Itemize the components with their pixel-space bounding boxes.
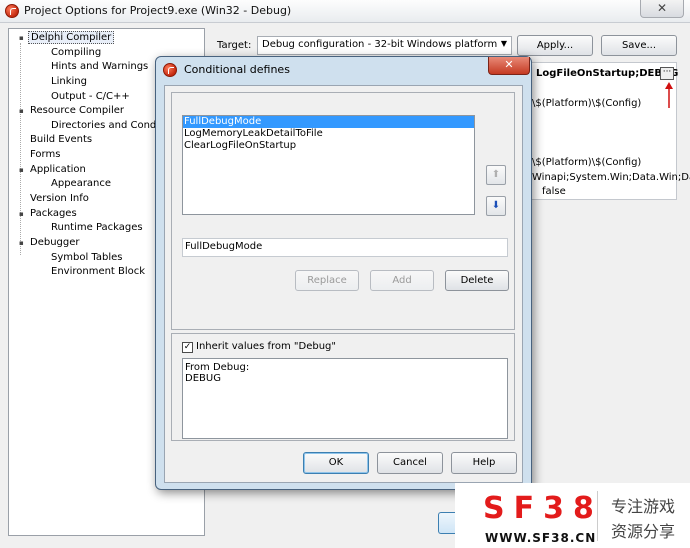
tree-item-environment-block[interactable]: Environment Block bbox=[49, 265, 147, 279]
inherit-label: Inherit values from "Debug" bbox=[196, 341, 337, 352]
tree-item-version-info[interactable]: Version Info bbox=[28, 192, 91, 206]
tree-item-linking[interactable]: Linking bbox=[49, 75, 89, 89]
delphi-app-icon bbox=[5, 4, 19, 18]
dialog-close-button[interactable]: ✕ bbox=[488, 57, 530, 75]
watermark-url: WWW.SF38.CN bbox=[485, 531, 597, 545]
save-button[interactable]: Save... bbox=[601, 35, 677, 56]
target-label: Target: bbox=[217, 40, 252, 51]
tree-item-output-cpp[interactable]: Output - C/C++ bbox=[49, 90, 132, 104]
apply-button[interactable]: Apply... bbox=[517, 35, 593, 56]
help-button[interactable]: Help bbox=[451, 452, 517, 474]
collapse-icon[interactable]: ▪ bbox=[19, 207, 28, 221]
main-titlebar: Project Options for Project9.exe (Win32 … bbox=[0, 0, 690, 23]
tree-item-delphi-compiler[interactable]: ▪ Delphi Compiler bbox=[19, 31, 115, 45]
defines-list[interactable]: FullDebugMode LogMemoryLeakDetailToFile … bbox=[182, 115, 475, 215]
cancel-button[interactable]: Cancel bbox=[377, 452, 443, 474]
conditional-defines-dialog: Conditional defines ✕ FullDebugMode LogM… bbox=[155, 56, 532, 490]
target-select[interactable]: Debug configuration - 32-bit Windows pla… bbox=[257, 36, 512, 55]
add-button[interactable]: Add bbox=[370, 270, 434, 291]
move-down-button[interactable]: ⬇ bbox=[486, 196, 506, 216]
arrow-down-icon: ⬇ bbox=[491, 200, 501, 211]
delete-button[interactable]: Delete bbox=[445, 270, 509, 291]
chevron-down-icon: ▼ bbox=[500, 39, 507, 48]
tree-item-forms[interactable]: Forms bbox=[28, 148, 62, 162]
defines-group: FullDebugMode LogMemoryLeakDetailToFile … bbox=[171, 92, 515, 330]
property-value-defines[interactable]: LogFileOnStartup;DEBUG bbox=[536, 68, 678, 79]
tree-item-runtime-packages[interactable]: Runtime Packages bbox=[49, 221, 145, 235]
tree-item-appearance[interactable]: Appearance bbox=[49, 177, 113, 191]
window-close-button[interactable]: ✕ bbox=[640, 0, 684, 18]
tree-item-symbol-tables[interactable]: Symbol Tables bbox=[49, 251, 125, 265]
list-item[interactable]: FullDebugMode bbox=[183, 116, 474, 128]
window-title: Project Options for Project9.exe (Win32 … bbox=[24, 4, 292, 17]
inherit-checkbox[interactable]: ✓ bbox=[182, 342, 193, 353]
watermark-tagline-2: 资源分享 bbox=[611, 522, 676, 541]
watermark: SF38 WWW.SF38.CN 专注游戏 资源分享 bbox=[455, 483, 690, 548]
tree-item-application[interactable]: ▪ Application bbox=[19, 163, 88, 177]
property-value-output-dir: \$(Platform)\$(Config) bbox=[532, 98, 642, 109]
dialog-app-icon bbox=[163, 63, 177, 77]
list-item[interactable]: LogMemoryLeakDetailToFile bbox=[183, 128, 474, 140]
memo-line: DEBUG bbox=[185, 373, 221, 384]
tree-item-hints-warnings[interactable]: Hints and Warnings bbox=[49, 60, 150, 74]
tree-item-build-events[interactable]: Build Events bbox=[28, 133, 94, 147]
watermark-divider bbox=[597, 491, 598, 541]
tree-item-resource-compiler[interactable]: ▪ Resource Compiler bbox=[19, 104, 126, 118]
define-edit-input[interactable]: FullDebugMode bbox=[182, 238, 508, 257]
collapse-icon[interactable]: ▪ bbox=[19, 104, 28, 118]
tree-item-debugger[interactable]: ▪ Debugger bbox=[19, 236, 82, 250]
move-up-button[interactable]: ⬆ bbox=[486, 165, 506, 185]
dialog-client: FullDebugMode LogMemoryLeakDetailToFile … bbox=[164, 85, 523, 483]
arrow-up-icon: ⬆ bbox=[491, 169, 501, 180]
ellipsis-button[interactable]: ··· bbox=[660, 67, 674, 80]
inherit-group: ✓ Inherit values from "Debug" From Debug… bbox=[171, 333, 515, 441]
collapse-icon[interactable]: ▪ bbox=[19, 163, 28, 177]
property-value-false: false bbox=[542, 186, 566, 197]
red-arrow-annotation bbox=[665, 82, 673, 108]
tree-item-packages[interactable]: ▪ Packages bbox=[19, 207, 79, 221]
collapse-icon[interactable]: ▪ bbox=[19, 31, 28, 45]
list-item[interactable]: ClearLogFileOnStartup bbox=[183, 140, 474, 152]
ok-button[interactable]: OK bbox=[303, 452, 369, 474]
property-value-unit-output-dir: \$(Platform)\$(Config) bbox=[532, 157, 642, 168]
replace-button[interactable]: Replace bbox=[295, 270, 359, 291]
dialog-title: Conditional defines bbox=[184, 63, 290, 76]
watermark-tagline-1: 专注游戏 bbox=[611, 497, 676, 516]
inherited-values-memo: From Debug: DEBUG bbox=[182, 358, 508, 439]
property-value-unit-scope: Winapi;System.Win;Data.Win;Da bbox=[532, 172, 690, 183]
tree-connector bbox=[20, 43, 21, 255]
tree-item-compiling[interactable]: Compiling bbox=[49, 46, 103, 60]
target-select-value: Debug configuration - 32-bit Windows pla… bbox=[262, 39, 498, 50]
memo-line: From Debug: bbox=[185, 362, 250, 373]
watermark-brand: SF38 bbox=[483, 491, 603, 526]
collapse-icon[interactable]: ▪ bbox=[19, 236, 28, 250]
